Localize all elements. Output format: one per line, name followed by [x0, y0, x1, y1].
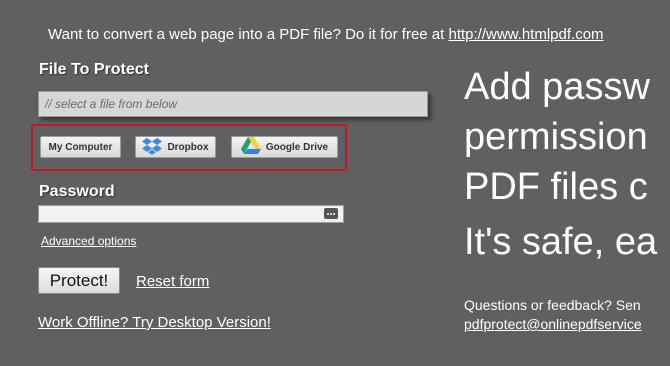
password-input[interactable]: [38, 205, 344, 223]
feedback-text: Questions or feedback? Sen: [464, 297, 641, 313]
file-select-field[interactable]: // select a file from below: [38, 91, 428, 117]
password-manager-icon[interactable]: [324, 208, 338, 219]
protect-button[interactable]: Protect!: [38, 267, 120, 294]
promo-link[interactable]: http://www.htmlpdf.com: [448, 26, 603, 43]
password-label: Password: [39, 183, 115, 200]
hero-line-4: It's safe, ea: [464, 221, 658, 263]
dropbox-icon: [142, 137, 163, 158]
file-to-protect-label: File To Protect: [39, 61, 149, 78]
page: Want to convert a web page into a PDF fi…: [0, 0, 670, 366]
hero-line-3: PDF files c: [464, 166, 648, 208]
google-drive-label: Google Drive: [265, 141, 329, 153]
dropbox-label: Dropbox: [167, 141, 209, 153]
google-drive-button[interactable]: Google Drive: [231, 136, 338, 158]
my-computer-button[interactable]: My Computer: [40, 136, 121, 158]
my-computer-label: My Computer: [48, 141, 113, 153]
hero-line-2: permission: [464, 116, 648, 158]
contact-email-link[interactable]: pdfprotect@onlinepdfservice: [464, 316, 642, 332]
desktop-version-link[interactable]: Work Offline? Try Desktop Version!: [38, 314, 271, 331]
reset-form-link[interactable]: Reset form: [136, 273, 209, 290]
promo-banner: Want to convert a web page into a PDF fi…: [48, 26, 604, 43]
hero-line-1: Add passw: [464, 66, 650, 108]
google-drive-icon: [240, 137, 261, 157]
advanced-options-link[interactable]: Advanced options: [41, 234, 136, 248]
dropbox-button[interactable]: Dropbox: [135, 136, 216, 158]
promo-text: Want to convert a web page into a PDF fi…: [48, 26, 445, 43]
